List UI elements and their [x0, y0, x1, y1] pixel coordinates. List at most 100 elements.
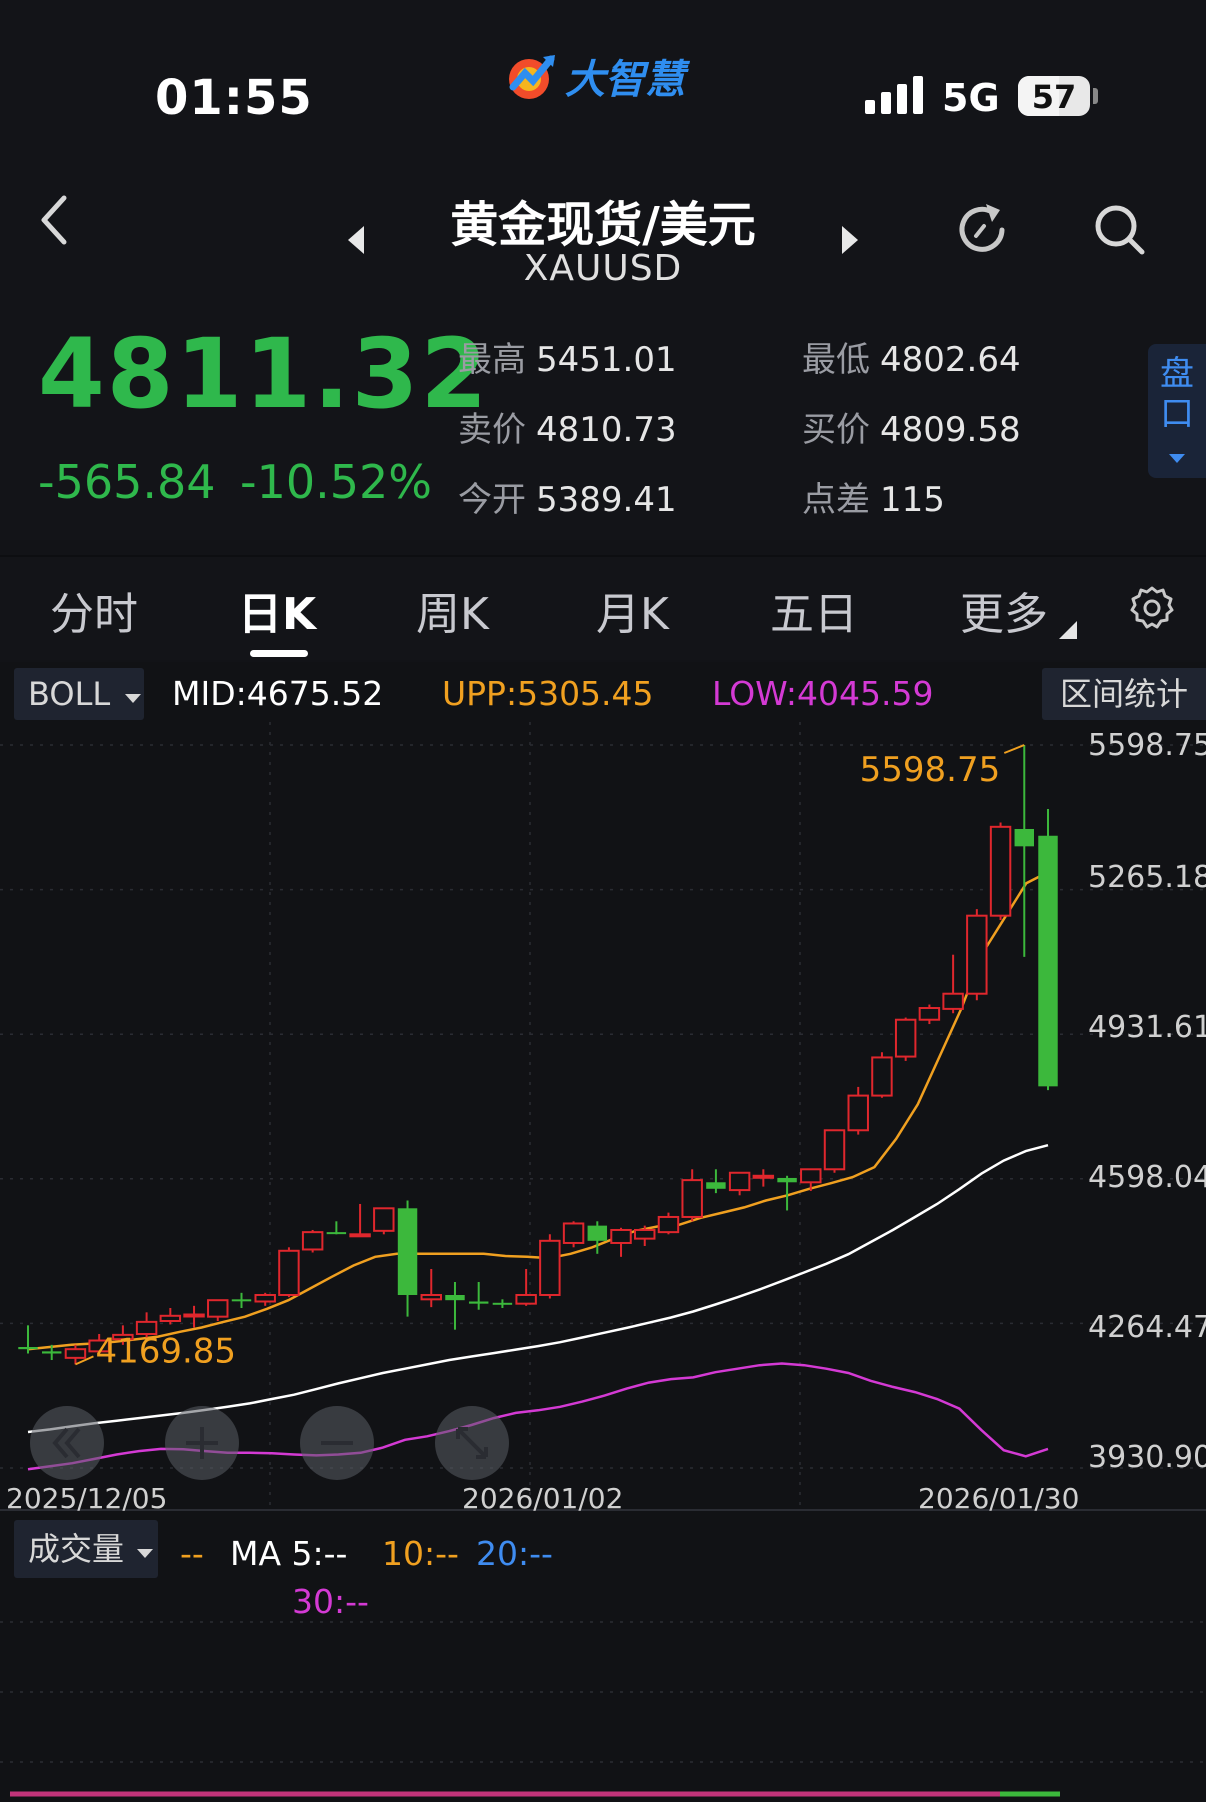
candle-body [847, 1094, 869, 1132]
candle-body [515, 1293, 537, 1305]
candle-body [397, 1208, 418, 1295]
candles [18, 745, 1058, 1365]
tab-intraday[interactable]: 分时 [50, 578, 138, 642]
volume-indicator-select[interactable]: 成交量 [14, 1520, 158, 1578]
expand-icon [456, 1427, 488, 1459]
double-chevron-left-icon [52, 1427, 81, 1459]
candle [657, 1212, 680, 1235]
candle [397, 1200, 418, 1317]
candle-body [301, 1231, 324, 1251]
candle-body [445, 1294, 465, 1301]
candle [254, 1292, 276, 1306]
candle [159, 1307, 182, 1325]
y-tick-label: 5265.18 [1088, 860, 1206, 895]
candle [420, 1268, 442, 1308]
fullscreen-button[interactable] [435, 1406, 509, 1480]
candle-body [183, 1313, 205, 1318]
candle-body [41, 1351, 62, 1354]
tab-more[interactable]: 更多 [960, 578, 1048, 642]
candle [847, 1086, 869, 1135]
candle [183, 1305, 205, 1328]
max-leader [1003, 744, 1025, 754]
candle-body [657, 1215, 680, 1234]
candle-body [539, 1239, 561, 1296]
minus-icon [321, 1441, 353, 1445]
candle-body [373, 1207, 395, 1232]
candle-body [587, 1225, 608, 1241]
y-tick-label: 5598.75 [1088, 728, 1206, 763]
candle-body [728, 1171, 751, 1192]
candle [918, 1004, 941, 1025]
tab-weekly-k[interactable]: 周K [416, 578, 489, 642]
boll-upp: UPP:5305.45 [442, 674, 654, 713]
candle-body [1014, 828, 1035, 847]
y-tick-label: 4931.61 [1088, 1010, 1206, 1045]
tab-daily-k[interactable]: 日K [238, 578, 316, 642]
candle [728, 1171, 751, 1196]
candle [706, 1169, 726, 1194]
rewind-button[interactable] [30, 1406, 104, 1480]
candle [207, 1299, 229, 1322]
logo-icon [509, 55, 555, 99]
vol-ma20: 20:-- [476, 1534, 553, 1573]
min-price-label: 4169.85 [95, 1331, 236, 1371]
instrument-symbol: XAUUSD [523, 248, 683, 289]
candle [326, 1221, 347, 1235]
signal-icon [865, 76, 923, 114]
range-stats-button[interactable]: 区间统计 [1042, 668, 1206, 720]
candle-body [207, 1299, 229, 1318]
candle-body [468, 1301, 489, 1304]
candle [445, 1281, 465, 1330]
stat-spread: 点差 115 [802, 480, 945, 520]
candle-body [752, 1174, 775, 1179]
dropdown-icon [125, 694, 142, 703]
candle-body [823, 1129, 846, 1171]
candle [823, 1129, 846, 1173]
status-bar: 01:55 大智慧 5G 57 [0, 0, 1206, 170]
vol-dash: -- [180, 1534, 204, 1573]
vol-ma30: 30:-- [292, 1582, 369, 1621]
boll-bands [27, 870, 1049, 1471]
candle-body [777, 1177, 797, 1183]
zoom-in-button[interactable] [165, 1406, 239, 1480]
candle [894, 1017, 917, 1061]
battery-icon: 57 [1018, 76, 1090, 116]
candle-body [706, 1182, 726, 1189]
candle-body [420, 1293, 442, 1301]
candle-body [492, 1302, 513, 1305]
candle [492, 1299, 513, 1308]
indicator-select[interactable]: BOLL [14, 668, 144, 720]
battery-cap [1093, 88, 1098, 104]
x-tick-label: 2026/01/02 [462, 1482, 624, 1515]
boll-line-mid [27, 1143, 1049, 1434]
zoom-out-button[interactable] [300, 1406, 374, 1480]
candle [966, 909, 988, 1001]
candle [373, 1207, 395, 1235]
candle [539, 1234, 561, 1299]
tab-five-day[interactable]: 五日 [770, 578, 858, 642]
x-tick-label: 2025/12/05 [6, 1482, 168, 1515]
volume-name: 成交量 [28, 1530, 125, 1568]
last-price: 4811.32 [38, 318, 490, 430]
candle-body [326, 1232, 347, 1235]
pankou-label: 盘口 [1160, 354, 1194, 434]
stat-high: 最高 5451.01 [458, 340, 677, 380]
kline-chart[interactable]: 5598.75 4169.85 [0, 722, 1206, 1802]
stat-open: 今开 5389.41 [458, 480, 677, 520]
candle [610, 1227, 632, 1257]
candle [942, 954, 964, 1014]
stat-low: 最低 4802.64 [802, 340, 1021, 380]
pankou-button[interactable]: 盘口 [1148, 344, 1206, 478]
boll-low: LOW:4045.59 [712, 674, 934, 713]
y-tick-label: 4264.47 [1088, 1310, 1206, 1345]
x-tick-label: 2026/01/30 [918, 1482, 1080, 1515]
network-type: 5G [942, 76, 1000, 120]
dropdown-icon [137, 1549, 154, 1558]
candle [515, 1268, 537, 1306]
candle [1038, 809, 1058, 1091]
candle-body [871, 1056, 893, 1097]
battery-percent: 57 [1031, 78, 1077, 116]
price-change: -565.84 [38, 455, 216, 509]
settings-gear-icon[interactable] [1128, 584, 1176, 632]
tab-monthly-k[interactable]: 月K [596, 578, 669, 642]
